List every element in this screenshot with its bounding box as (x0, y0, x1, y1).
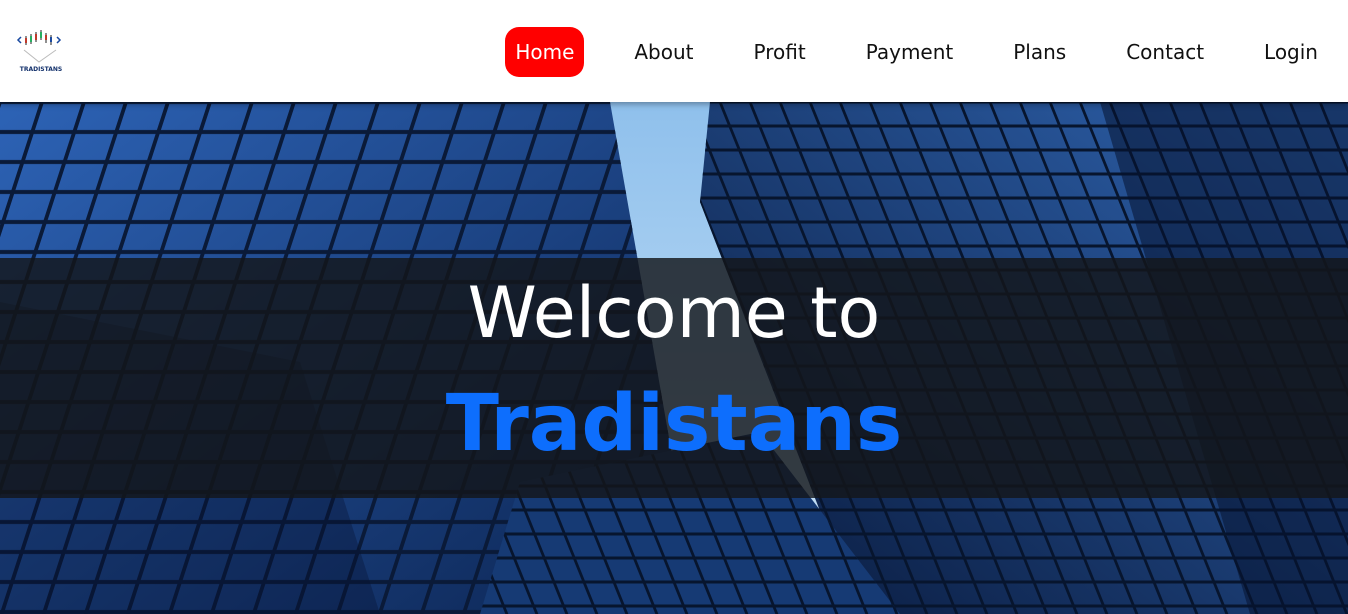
candlestick-chart-logo-icon (16, 30, 62, 63)
navbar: TRADISTANS Home About Profit Payment Pla… (0, 0, 1348, 102)
site-logo[interactable]: TRADISTANS (16, 28, 66, 76)
main-nav: Home About Profit Payment Plans Contact … (505, 27, 1348, 77)
nav-about[interactable]: About (604, 27, 723, 77)
nav-login[interactable]: Login (1234, 27, 1348, 77)
nav-contact[interactable]: Contact (1096, 27, 1234, 77)
hero-brand-text: Tradistans (445, 379, 903, 469)
nav-plans[interactable]: Plans (983, 27, 1096, 77)
hero-welcome-text: Welcome to (467, 272, 881, 354)
logo-text: TRADISTANS (19, 66, 63, 73)
nav-payment[interactable]: Payment (836, 27, 984, 77)
nav-home[interactable]: Home (505, 27, 585, 77)
nav-profit[interactable]: Profit (724, 27, 836, 77)
